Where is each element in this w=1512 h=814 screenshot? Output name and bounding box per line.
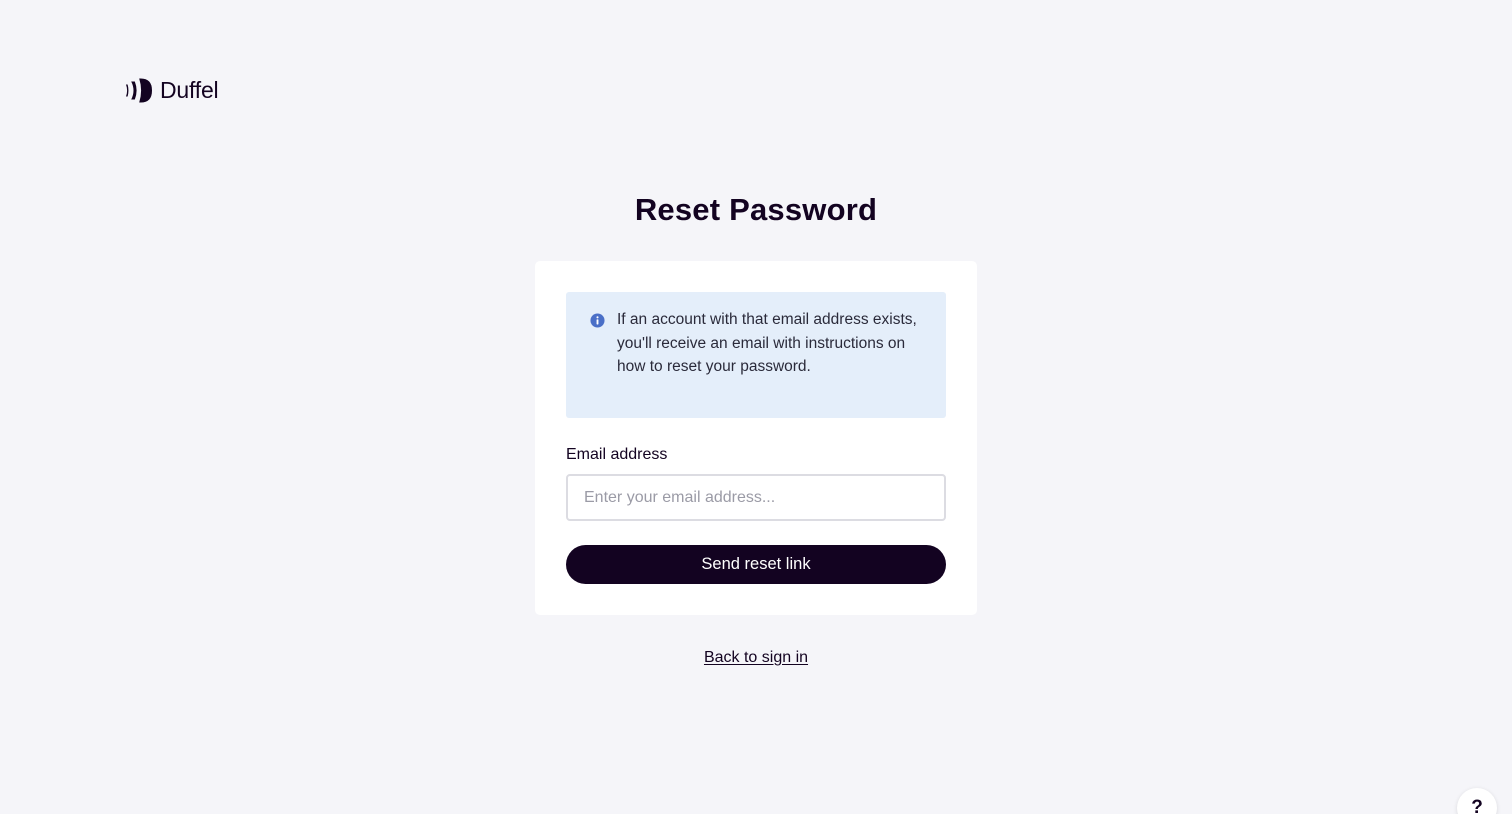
email-input[interactable]: [566, 474, 946, 521]
back-to-sign-in-link[interactable]: Back to sign in: [704, 649, 808, 666]
back-link-container: Back to sign in: [0, 648, 1512, 668]
duffel-logo[interactable]: Duffel: [125, 77, 219, 103]
reset-password-page: Duffel Reset Password If an account with…: [0, 0, 1512, 814]
info-notice-text: If an account with that email address ex…: [617, 311, 917, 376]
duffel-logo-icon: [126, 78, 152, 103]
info-icon: [590, 313, 605, 328]
brand-name: Duffel: [160, 77, 219, 103]
page-title: Reset Password: [634, 192, 878, 227]
help-icon: ?: [1471, 797, 1483, 814]
email-label: Email address: [566, 446, 668, 463]
reset-password-card: If an account with that email address ex…: [535, 261, 977, 615]
send-reset-link-button[interactable]: Send reset link: [566, 545, 946, 584]
help-button[interactable]: ?: [1457, 788, 1497, 814]
info-notice: If an account with that email address ex…: [566, 292, 946, 418]
